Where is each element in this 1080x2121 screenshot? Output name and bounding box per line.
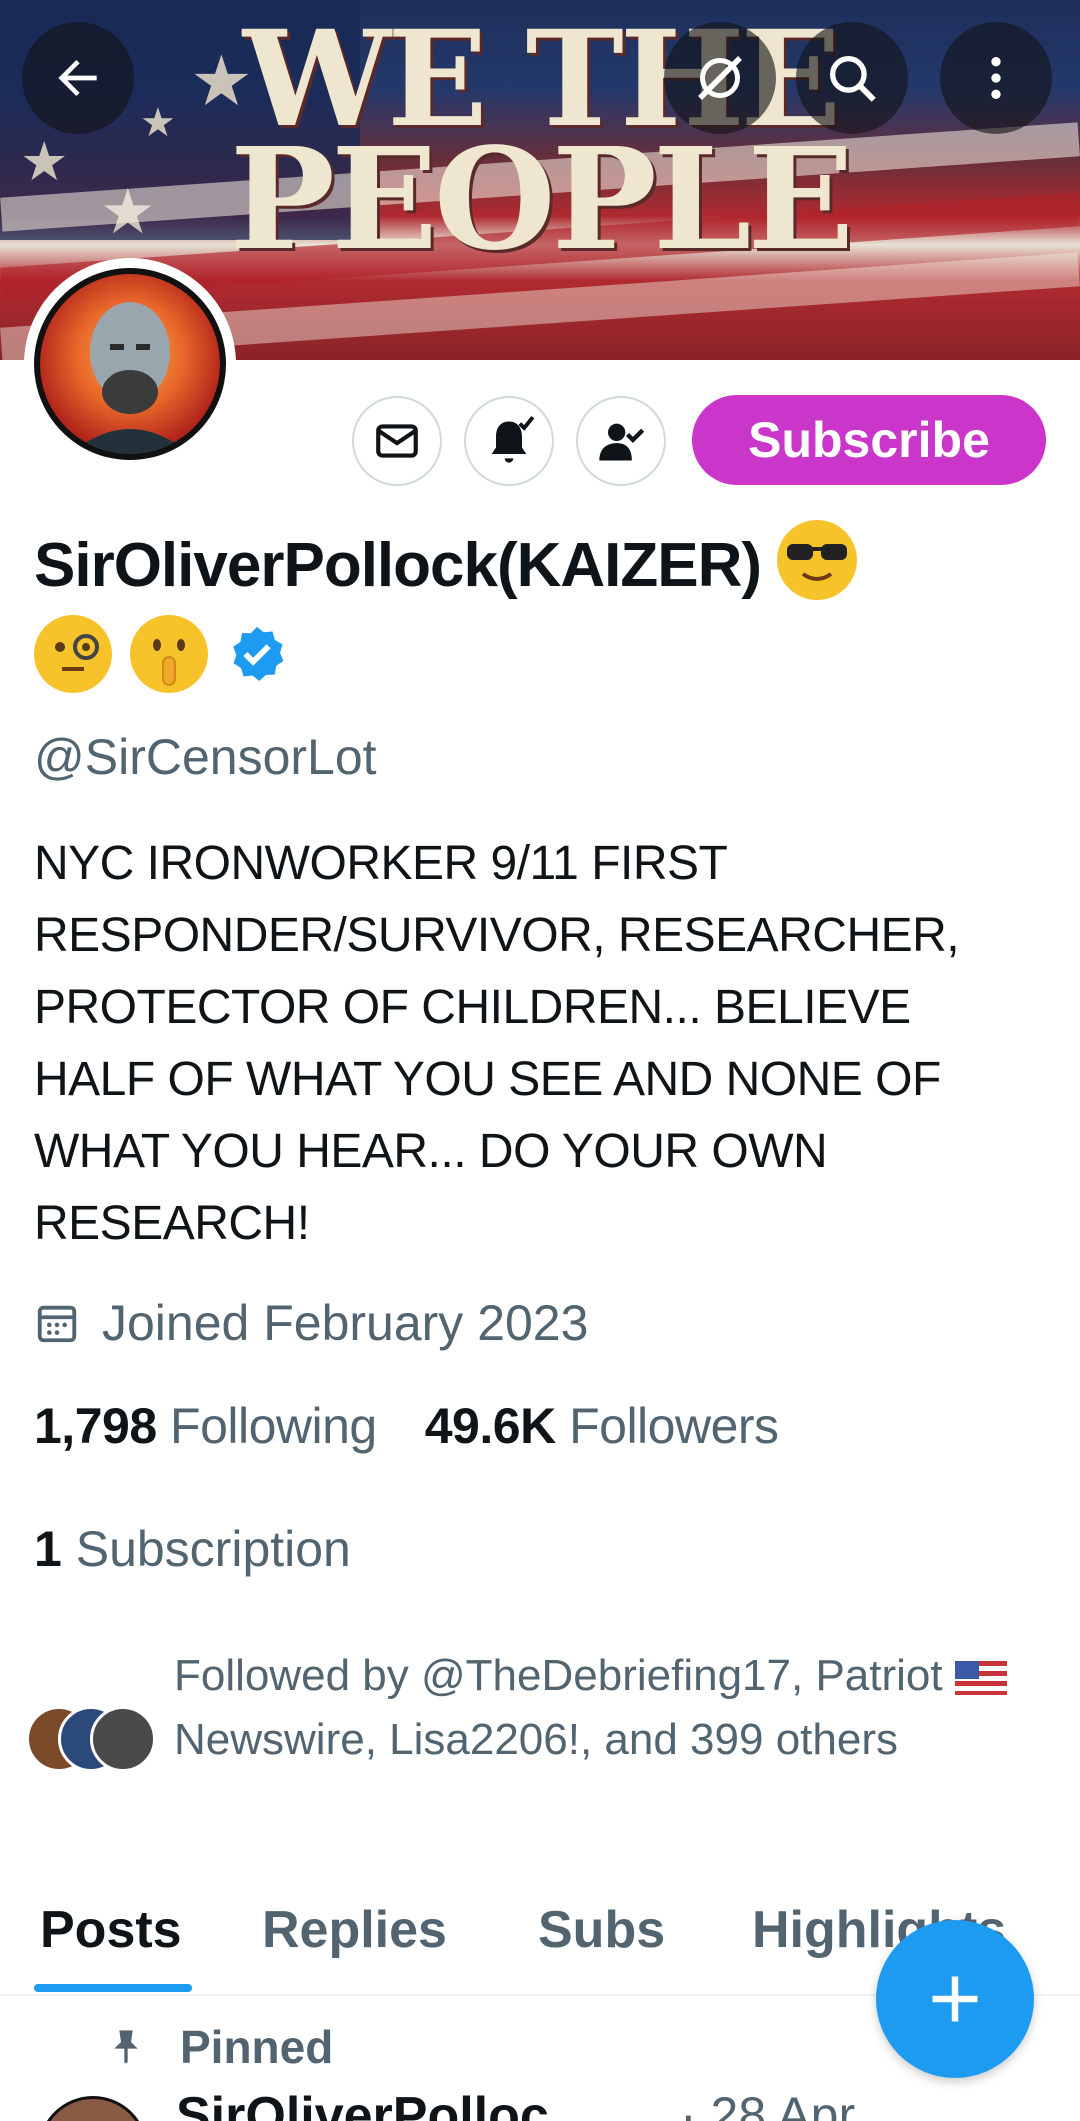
followers-link[interactable]: 49.6K Followers <box>425 1397 779 1455</box>
subscription-label: Subscription <box>75 1521 351 1577</box>
shushing-face-emoji-icon <box>130 615 208 693</box>
grok-icon <box>698 56 742 100</box>
display-name-text: SirOliverPollock(KAIZER) <box>34 531 762 600</box>
back-button[interactable] <box>22 22 134 134</box>
subscription-count: 1 <box>34 1521 62 1577</box>
followers-count: 49.6K <box>424 1398 556 1454</box>
joined-date: Joined February 2023 <box>34 1294 588 1352</box>
follow-stats: 1,798 Following 49.6K Followers <box>34 1397 779 1455</box>
display-name: SirOliverPollock(KAIZER) <box>34 520 858 601</box>
post-author-avatar[interactable] <box>38 2096 148 2121</box>
compose-plus-icon <box>932 1976 978 2022</box>
profile-avatar[interactable] <box>24 258 236 470</box>
pinned-indicator: Pinned <box>106 2020 333 2074</box>
mail-icon <box>376 424 418 458</box>
followed-by-part2: Newswire, Lisa2206!, and 399 others <box>174 1715 898 1764</box>
post-author-name[interactable]: SirOliverPolloc <box>176 2086 549 2121</box>
tab-subs[interactable]: Subs <box>538 1900 665 1994</box>
more-options-icon <box>991 57 1001 99</box>
profile-handle: @SirCensorLot <box>34 729 377 785</box>
more-options-button[interactable] <box>940 22 1052 134</box>
following-label: Following <box>170 1398 377 1454</box>
following-count: 1,798 <box>34 1398 157 1454</box>
avatar-image <box>40 274 220 454</box>
avatar-portrait <box>70 302 190 454</box>
pinned-label: Pinned <box>180 2021 334 2073</box>
tab-posts[interactable]: Posts <box>40 1900 182 1994</box>
avatar-ring <box>34 268 226 460</box>
following-button[interactable] <box>576 396 666 486</box>
notifications-button[interactable] <box>464 396 554 486</box>
following-person-icon <box>599 423 645 461</box>
calendar-icon <box>37 1305 77 1343</box>
tab-replies[interactable]: Replies <box>262 1900 447 1994</box>
back-arrow-icon <box>58 60 97 96</box>
emoji-row <box>34 615 288 693</box>
post-date: · 28 Apr <box>680 2087 856 2121</box>
banner-title-line2: PEOPLE <box>229 118 854 282</box>
joined-text: Joined February 2023 <box>102 1295 589 1351</box>
pin-icon <box>114 2030 138 2064</box>
follower-avatar <box>90 1706 156 1772</box>
search-button[interactable] <box>796 22 908 134</box>
search-icon <box>830 56 876 102</box>
compose-button[interactable] <box>876 1920 1034 2078</box>
banner-star: ★ <box>140 100 176 146</box>
notification-bell-icon <box>491 415 535 463</box>
followed-by-text[interactable]: Followed by @TheDebriefing17, Patriot Ne… <box>174 1644 1054 1772</box>
subscribe-button[interactable]: Subscribe <box>692 395 1046 485</box>
verified-badge-icon <box>233 626 284 681</box>
message-button[interactable] <box>352 396 442 486</box>
following-link[interactable]: 1,798 Following <box>34 1397 377 1455</box>
monocle-face-emoji-icon <box>34 615 112 693</box>
profile-bio: NYC IRONWORKER 9/11 FIRST RESPONDER/SURV… <box>34 837 960 1250</box>
banner-star: ★ <box>20 130 69 193</box>
active-tab-indicator <box>34 1984 192 1992</box>
followers-label: Followers <box>569 1398 779 1454</box>
followed-by-avatars[interactable] <box>26 1706 166 1776</box>
followed-by-part1: Followed by @TheDebriefing17, Patriot <box>174 1651 955 1700</box>
sunglasses-emoji-icon <box>777 520 858 600</box>
us-flag-icon <box>954 1661 1007 1696</box>
subscriptions-link[interactable]: 1 Subscription <box>34 1520 351 1578</box>
grok-button[interactable] <box>664 22 776 134</box>
